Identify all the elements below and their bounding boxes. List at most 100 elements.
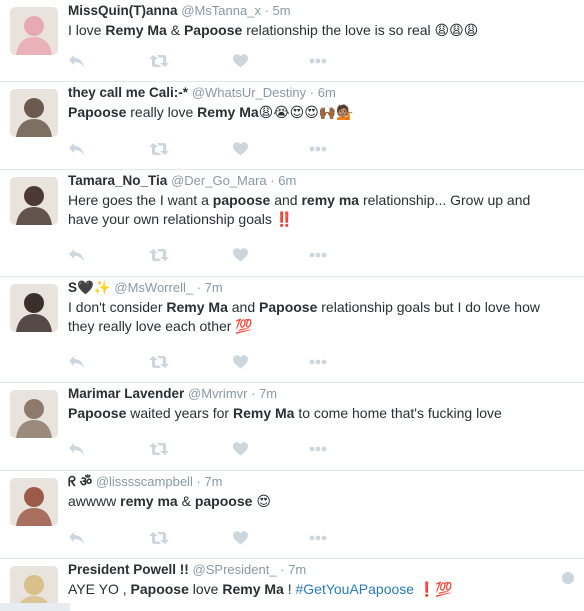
display-name[interactable]: Marimar Lavender — [68, 386, 184, 401]
avatar[interactable] — [10, 390, 58, 438]
user-handle[interactable]: @SPresident_ — [193, 562, 277, 577]
text-segment: and — [270, 192, 302, 208]
avatar[interactable] — [10, 177, 58, 225]
text-segment: waited years for — [126, 405, 233, 421]
retweet-icon[interactable] — [149, 530, 169, 546]
retweet-icon[interactable] — [149, 53, 169, 69]
avatar[interactable] — [10, 478, 58, 526]
user-handle[interactable]: @Mvrimvr — [188, 386, 247, 401]
tweet[interactable]: S🖤✨ @MsWorrell_ · 7m I don't consider Rem… — [0, 277, 584, 383]
text-segment: I don't consider — [68, 299, 167, 315]
display-name[interactable]: Tamara_No_Tia — [68, 173, 167, 188]
retweet-icon[interactable] — [149, 141, 169, 157]
user-handle[interactable]: @lisssscampbell — [96, 474, 193, 489]
tweet-content: Marimar Lavender @Mvrimvr · 7m Papoose wa… — [68, 385, 564, 423]
reply-icon[interactable] — [68, 354, 85, 370]
keyword-highlight: Remy Ma — [222, 581, 284, 597]
heart-icon[interactable] — [233, 247, 248, 263]
separator-dot: · — [276, 562, 289, 577]
timestamp[interactable]: 7m — [288, 562, 306, 577]
tweet-header: S🖤✨ @MsWorrell_ · 7m — [68, 279, 564, 297]
timestamp[interactable]: 7m — [259, 386, 277, 401]
tweet[interactable]: President Powell !! @SPresident_ · 7m AYE… — [0, 559, 584, 611]
keyword-highlight: Papoose — [183, 22, 243, 38]
display-name[interactable]: they call me Cali:-* — [68, 85, 188, 100]
user-handle[interactable]: @MsTanna_x — [181, 3, 261, 18]
retweet-icon[interactable] — [149, 247, 169, 263]
heart-icon[interactable] — [233, 530, 248, 546]
tweet[interactable]: MissQuin(T)anna @MsTanna_x · 5m I love Re… — [0, 0, 584, 82]
separator-dot: · — [266, 173, 279, 188]
timestamp[interactable]: 6m — [318, 85, 336, 100]
timestamp[interactable]: 5m — [273, 3, 291, 18]
timestamp[interactable]: 6m — [278, 173, 296, 188]
tweet-actions — [68, 53, 338, 69]
more-icon[interactable] — [309, 141, 327, 157]
separator-dot: · — [192, 474, 205, 489]
tweet-actions — [68, 141, 338, 157]
avatar[interactable] — [10, 7, 58, 55]
display-name[interactable]: MissQuin(T)anna — [68, 3, 178, 18]
tweet-text: Papoose waited years for Remy Ma to come… — [68, 404, 564, 423]
text-segment: & — [166, 22, 184, 38]
tweet-content: MissQuin(T)anna @MsTanna_x · 5m I love Re… — [68, 2, 564, 41]
text-segment: ! — [283, 581, 296, 597]
tweet-actions — [68, 530, 338, 546]
reply-icon[interactable] — [68, 530, 85, 546]
more-icon[interactable] — [309, 354, 327, 370]
timestamp[interactable]: 7m — [205, 280, 223, 295]
heart-icon[interactable] — [233, 354, 248, 370]
tweet-text: Here goes the I want a papoose and remy … — [68, 191, 564, 229]
tweet-content: Tamara_No_Tia @Der_Go_Mara · 6m Here goes… — [68, 172, 564, 229]
avatar[interactable] — [10, 89, 58, 137]
timestamp[interactable]: 7m — [204, 474, 222, 489]
retweet-icon[interactable] — [149, 354, 169, 370]
heart-icon[interactable] — [233, 53, 248, 69]
tweet-content: they call me Cali:-* @WhatsUr_Destiny · … — [68, 84, 564, 123]
reply-icon[interactable] — [68, 53, 85, 69]
retweet-icon[interactable] — [149, 441, 169, 457]
keyword-highlight: Papoose — [68, 104, 127, 120]
emoji: 💯 — [235, 319, 253, 335]
text-segment: and — [227, 299, 260, 315]
display-name[interactable]: ᖇ ॐ — [68, 474, 92, 489]
keyword-highlight: papoose — [194, 493, 253, 509]
text-segment: I love — [68, 22, 106, 38]
display-name[interactable]: President Powell !! — [68, 562, 189, 577]
more-icon[interactable] — [309, 247, 327, 263]
tweet-actions — [68, 441, 338, 457]
tweet-header: Marimar Lavender @Mvrimvr · 7m — [68, 385, 564, 403]
more-icon[interactable] — [309, 530, 327, 546]
reply-icon[interactable] — [68, 441, 85, 457]
hashtag-link[interactable]: #GetYouAPapoose — [295, 581, 414, 597]
tweet[interactable]: Marimar Lavender @Mvrimvr · 7m Papoose wa… — [0, 383, 584, 471]
heart-icon[interactable] — [233, 141, 248, 157]
emoji: 😩😭😍😍🙌🏾💁🏽 — [258, 105, 354, 121]
tweet-header: ᖇ ॐ @lisssscampbell · 7m — [68, 473, 564, 491]
display-name[interactable]: S🖤✨ — [68, 280, 111, 295]
avatar[interactable] — [10, 284, 58, 332]
tweet-text: Papoose really love Remy Ma😩😭😍😍🙌🏾💁🏽 — [68, 103, 564, 123]
tweet[interactable]: ᖇ ॐ @lisssscampbell · 7m awwww remy ma & … — [0, 471, 584, 559]
tweet-header: MissQuin(T)anna @MsTanna_x · 5m — [68, 2, 564, 20]
tweet-timeline: MissQuin(T)anna @MsTanna_x · 5m I love Re… — [0, 0, 584, 611]
user-handle[interactable]: @MsWorrell_ — [114, 280, 193, 295]
text-segment: relationship the love is so real — [242, 22, 435, 38]
heart-icon[interactable] — [233, 441, 248, 457]
separator-dot: · — [193, 280, 205, 295]
more-icon[interactable] — [309, 53, 327, 69]
emoji: 😍 — [256, 494, 271, 510]
tweet-header: Tamara_No_Tia @Der_Go_Mara · 6m — [68, 172, 564, 190]
tweet[interactable]: they call me Cali:-* @WhatsUr_Destiny · … — [0, 82, 584, 170]
tweet-content: S🖤✨ @MsWorrell_ · 7m I don't consider Rem… — [68, 279, 564, 337]
keyword-highlight: Papoose — [259, 299, 318, 315]
more-icon[interactable] — [309, 441, 327, 457]
reply-icon[interactable] — [68, 141, 85, 157]
user-handle[interactable]: @Der_Go_Mara — [171, 173, 267, 188]
tweet-content: ᖇ ॐ @lisssscampbell · 7m awwww remy ma & … — [68, 473, 564, 512]
emoji: 😩😩😩 — [434, 23, 479, 39]
user-handle[interactable]: @WhatsUr_Destiny — [192, 85, 306, 100]
tweet[interactable]: Tamara_No_Tia @Der_Go_Mara · 6m Here goes… — [0, 170, 584, 277]
reply-icon[interactable] — [68, 247, 85, 263]
keyword-highlight: remy ma — [301, 192, 360, 208]
